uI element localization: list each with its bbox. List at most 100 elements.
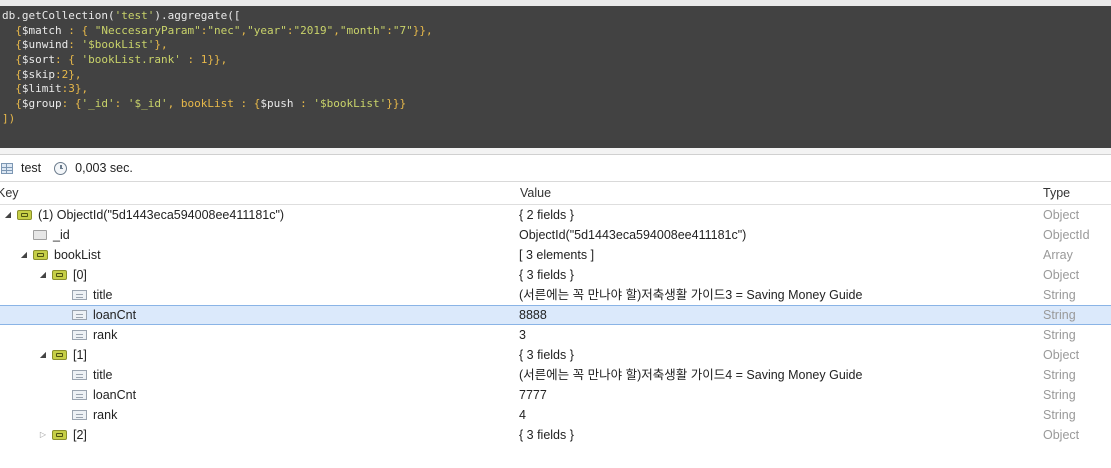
row-key: bookList	[54, 248, 101, 262]
field-icon	[72, 290, 87, 300]
code-token: 'test'	[114, 9, 155, 22]
tree-row[interactable]: ▷ [2] { 3 fields } Object	[0, 425, 1111, 445]
row-key: (1) ObjectId("5d1443eca594008ee411181c")	[38, 208, 285, 222]
code-token: "month"	[339, 23, 387, 37]
collapse-arrow-icon[interactable]: ◢	[3, 205, 13, 225]
object-icon	[17, 210, 32, 220]
code-line[interactable]: {$unwind: '$bookList'},	[0, 38, 1111, 53]
code-line[interactable]: db.getCollection('test').aggregate([	[0, 6, 1111, 24]
code-token: {	[2, 38, 22, 52]
code-token: '$bookList'	[81, 38, 155, 52]
code-token: },	[154, 38, 168, 52]
code-token: }},	[412, 23, 433, 37]
key-cell: loanCnt	[58, 385, 136, 405]
code-token: }}}	[386, 97, 407, 111]
code-token: :	[293, 97, 314, 111]
code-token: '$_id'	[127, 97, 168, 111]
code-line[interactable]: {$sort: { 'bookList.rank' : 1}},	[0, 53, 1111, 68]
code-token: ])	[2, 111, 16, 125]
key-cell: ◢ bookList	[19, 245, 101, 265]
code-token: "year"	[247, 23, 287, 37]
collapse-arrow-icon[interactable]: ◢	[38, 345, 48, 365]
object-icon	[52, 270, 67, 280]
code-token: :	[68, 38, 82, 52]
query-editor[interactable]: db.getCollection('test').aggregate([ {$m…	[0, 6, 1111, 148]
column-header-type[interactable]: Type	[1043, 186, 1070, 200]
code-token: : 1}},	[180, 53, 228, 67]
row-key: rank	[93, 408, 118, 422]
collection-name: test	[21, 161, 42, 175]
code-token: {	[2, 53, 22, 67]
code-token: "7"	[392, 23, 413, 37]
tree-row[interactable]: ◢ (1) ObjectId("5d1443eca594008ee411181c"…	[0, 205, 1111, 225]
code-token: $group	[21, 97, 62, 111]
row-key: _id	[53, 228, 70, 242]
results-header: Key Value Type	[0, 182, 1111, 205]
code-token: $skip	[21, 67, 55, 81]
row-value: ObjectId("5d1443eca594008ee411181c")	[519, 228, 747, 242]
code-line[interactable]: ])	[0, 112, 1111, 127]
code-token: :2},	[55, 67, 82, 81]
collapse-arrow-icon[interactable]: ◢	[19, 245, 29, 265]
row-type: String	[1043, 328, 1076, 342]
code-token: : {	[55, 53, 82, 67]
tree-row[interactable]: title (서른에는 꼭 만나야 할)저축생활 가이드3 = Saving Mo…	[0, 285, 1111, 305]
tree-row[interactable]: _id ObjectId("5d1443eca594008ee411181c") O…	[0, 225, 1111, 245]
expand-arrow-icon[interactable]: ▷	[38, 425, 48, 445]
code-line[interactable]: {$limit:3},	[0, 82, 1111, 97]
row-value: { 3 fields }	[519, 268, 574, 282]
row-type: String	[1043, 288, 1076, 302]
code-token: :	[386, 23, 393, 37]
query-time: 0,003 sec.	[75, 161, 133, 175]
code-line[interactable]: {$skip:2},	[0, 68, 1111, 83]
key-cell: rank	[58, 405, 117, 425]
object-icon	[33, 250, 48, 260]
row-key: [1]	[73, 348, 87, 362]
column-header-value[interactable]: Value	[520, 186, 551, 200]
row-value: 7777	[519, 388, 547, 402]
row-key: loanCnt	[93, 308, 137, 322]
row-value: 8888	[519, 308, 547, 322]
key-cell: title	[58, 285, 112, 305]
field-icon	[72, 310, 87, 320]
code-line[interactable]: {$group: {'_id': '$_id', bookList : {$pu…	[0, 97, 1111, 112]
row-key: loanCnt	[93, 388, 137, 402]
row-key: [0]	[73, 268, 87, 282]
editor-results-separator	[0, 148, 1111, 155]
code-token: ).aggregate([	[154, 9, 241, 22]
row-type: ObjectId	[1043, 228, 1090, 242]
key-cell: ▷ [2]	[38, 425, 87, 445]
column-header-key[interactable]: Key	[0, 186, 19, 200]
row-key: [2]	[73, 428, 87, 442]
row-type: Array	[1043, 248, 1073, 262]
tree-row[interactable]: loanCnt 8888 String	[0, 305, 1111, 325]
tree-row[interactable]: ◢ bookList [ 3 elements ] Array	[0, 245, 1111, 265]
key-cell: _id	[19, 225, 70, 245]
field-icon	[72, 370, 87, 380]
row-value: (서른에는 꼭 만나야 할)저축생활 가이드4 = Saving Money G…	[519, 368, 863, 382]
code-token: '$bookList'	[313, 97, 387, 111]
code-token: ,	[333, 23, 340, 37]
collapse-arrow-icon[interactable]: ◢	[38, 265, 48, 285]
row-value: 4	[519, 408, 526, 422]
row-type: String	[1043, 368, 1076, 382]
tree-row[interactable]: loanCnt 7777 String	[0, 385, 1111, 405]
code-token: : {	[61, 97, 82, 111]
tree-row[interactable]: rank 4 String	[0, 405, 1111, 425]
row-value: (서른에는 꼭 만나야 할)저축생활 가이드3 = Saving Money G…	[519, 288, 863, 302]
tree-row[interactable]: title (서른에는 꼭 만나야 할)저축생활 가이드4 = Saving Mo…	[0, 365, 1111, 385]
key-cell: ◢ [0]	[38, 265, 87, 285]
code-token: "2019"	[293, 23, 334, 37]
row-type: Object	[1043, 428, 1080, 442]
code-token: $unwind	[21, 38, 69, 52]
tree-row[interactable]: ◢ [0] { 3 fields } Object	[0, 265, 1111, 285]
code-line[interactable]: {$match : { "NeccesaryParam": "nec", "year…	[0, 24, 1111, 39]
tree-row[interactable]: ◢ [1] { 3 fields } Object	[0, 345, 1111, 365]
row-key: title	[93, 368, 113, 382]
field-icon	[72, 390, 87, 400]
code-token: 'bookList.rank'	[81, 53, 181, 67]
row-value: { 2 fields }	[519, 208, 574, 222]
code-token: : {	[61, 23, 95, 37]
row-value: [ 3 elements ]	[519, 248, 595, 262]
tree-row[interactable]: rank 3 String	[0, 325, 1111, 345]
